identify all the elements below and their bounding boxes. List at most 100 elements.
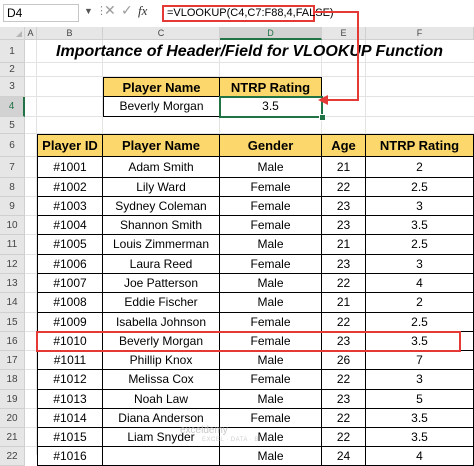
row-header-20[interactable]: 20: [0, 409, 25, 428]
table-cell[interactable]: 22: [322, 178, 366, 197]
name-box-dropdown-icon[interactable]: ▼: [84, 6, 93, 16]
column-header-d[interactable]: D: [220, 27, 322, 40]
table-cell[interactable]: #1009: [37, 313, 103, 332]
table-cell[interactable]: #1003: [37, 197, 103, 216]
table-cell[interactable]: 22: [322, 370, 366, 390]
table-cell[interactable]: 26: [322, 351, 366, 370]
table-cell[interactable]: 21: [322, 235, 366, 255]
table-cell[interactable]: Female: [220, 313, 322, 332]
table-cell[interactable]: 24: [322, 447, 366, 466]
table-cell[interactable]: 2: [366, 157, 474, 178]
table-cell[interactable]: Female: [220, 197, 322, 216]
table-cell[interactable]: #1014: [37, 409, 103, 428]
table-cell[interactable]: #1001: [37, 157, 103, 178]
table-header-cell[interactable]: Player ID: [37, 134, 103, 157]
table-cell[interactable]: Eddie Fischer: [103, 293, 220, 313]
table-cell[interactable]: 3.5: [366, 409, 474, 428]
table-cell[interactable]: #1002: [37, 178, 103, 197]
table-cell[interactable]: 23: [322, 216, 366, 235]
row-header-6[interactable]: 6: [0, 134, 25, 157]
table-cell[interactable]: Male: [220, 235, 322, 255]
table-cell[interactable]: 23: [322, 390, 366, 409]
row-header-13[interactable]: 13: [0, 274, 25, 293]
row-header-22[interactable]: 22: [0, 447, 25, 466]
table-cell[interactable]: 4: [366, 274, 474, 293]
row-header-12[interactable]: 12: [0, 255, 25, 274]
table-cell[interactable]: 3: [366, 255, 474, 274]
table-cell[interactable]: Sydney Coleman: [103, 197, 220, 216]
row-header-14[interactable]: 14: [0, 293, 25, 313]
table-cell[interactable]: #1008: [37, 293, 103, 313]
row-header-7[interactable]: 7: [0, 157, 25, 178]
row-header-8[interactable]: 8: [0, 178, 25, 197]
column-header-e[interactable]: E: [322, 27, 366, 40]
row-header-11[interactable]: 11: [0, 235, 25, 255]
row-header-21[interactable]: 21: [0, 428, 25, 447]
table-cell[interactable]: Male: [220, 351, 322, 370]
row-header-15[interactable]: 15: [0, 313, 25, 332]
table-cell[interactable]: 4: [366, 447, 474, 466]
row-header-2[interactable]: 2: [0, 63, 25, 77]
fill-handle[interactable]: [319, 114, 326, 121]
row-header-17[interactable]: 17: [0, 351, 25, 370]
table-cell[interactable]: 3.5: [366, 216, 474, 235]
table-header-cell[interactable]: Player Name: [103, 134, 220, 157]
row-header-4[interactable]: 4: [0, 97, 25, 117]
table-cell[interactable]: Laura Reed: [103, 255, 220, 274]
table-cell[interactable]: #1012: [37, 370, 103, 390]
table-cell[interactable]: Louis Zimmerman: [103, 235, 220, 255]
table-cell[interactable]: 21: [322, 157, 366, 178]
table-header-cell[interactable]: Gender: [220, 134, 322, 157]
table-cell[interactable]: #1011: [37, 351, 103, 370]
table-cell[interactable]: Male: [220, 274, 322, 293]
table-cell[interactable]: 2: [366, 293, 474, 313]
table-cell[interactable]: 23: [322, 255, 366, 274]
table-cell[interactable]: 2.5: [366, 313, 474, 332]
table-cell[interactable]: 22: [322, 409, 366, 428]
table-cell[interactable]: Adam Smith: [103, 157, 220, 178]
table-cell[interactable]: Joe Patterson: [103, 274, 220, 293]
table-cell[interactable]: Female: [220, 370, 322, 390]
column-header-a[interactable]: A: [25, 27, 37, 40]
table-cell[interactable]: Male: [220, 157, 322, 178]
row-header-3[interactable]: 3: [0, 77, 25, 97]
table-header-cell[interactable]: NTRP Rating: [366, 134, 474, 157]
table-cell[interactable]: #1004: [37, 216, 103, 235]
lookup-value-cell[interactable]: Beverly Morgan: [103, 97, 220, 117]
row-header-5[interactable]: 5: [0, 117, 25, 134]
table-cell[interactable]: #1005: [37, 235, 103, 255]
table-cell[interactable]: Melissa Cox: [103, 370, 220, 390]
table-cell[interactable]: Male: [220, 293, 322, 313]
table-cell[interactable]: 22: [322, 274, 366, 293]
table-cell[interactable]: Female: [220, 409, 322, 428]
table-cell[interactable]: 22: [322, 428, 366, 447]
table-cell[interactable]: 5: [366, 390, 474, 409]
table-cell[interactable]: 3: [366, 370, 474, 390]
table-cell[interactable]: [103, 447, 220, 466]
table-cell[interactable]: Shannon Smith: [103, 216, 220, 235]
table-cell[interactable]: 3.5: [366, 428, 474, 447]
table-cell[interactable]: #1015: [37, 428, 103, 447]
select-all-corner[interactable]: [0, 27, 25, 40]
name-box[interactable]: D4: [3, 4, 79, 22]
table-cell[interactable]: #1013: [37, 390, 103, 409]
lookup-header-cell[interactable]: NTRP Rating: [220, 77, 322, 97]
table-cell[interactable]: Isabella Johnson: [103, 313, 220, 332]
table-cell[interactable]: 3: [366, 197, 474, 216]
insert-function-icon[interactable]: fx: [138, 3, 147, 19]
table-cell[interactable]: Female: [220, 178, 322, 197]
table-cell[interactable]: 22: [322, 313, 366, 332]
table-cell[interactable]: 7: [366, 351, 474, 370]
row-header-18[interactable]: 18: [0, 370, 25, 390]
column-header-b[interactable]: B: [37, 27, 103, 40]
table-cell[interactable]: 2.5: [366, 178, 474, 197]
table-cell[interactable]: Female: [220, 255, 322, 274]
table-cell[interactable]: Male: [220, 447, 322, 466]
table-cell[interactable]: 2.5: [366, 235, 474, 255]
table-cell[interactable]: Female: [220, 216, 322, 235]
formula-input[interactable]: =VLOOKUP(C4,C7:F88,4,FALSE): [162, 5, 334, 22]
cancel-entry-icon[interactable]: ✕: [104, 2, 116, 19]
table-cell[interactable]: #1016: [37, 447, 103, 466]
row-header-16[interactable]: 16: [0, 332, 25, 351]
table-cell[interactable]: 21: [322, 293, 366, 313]
